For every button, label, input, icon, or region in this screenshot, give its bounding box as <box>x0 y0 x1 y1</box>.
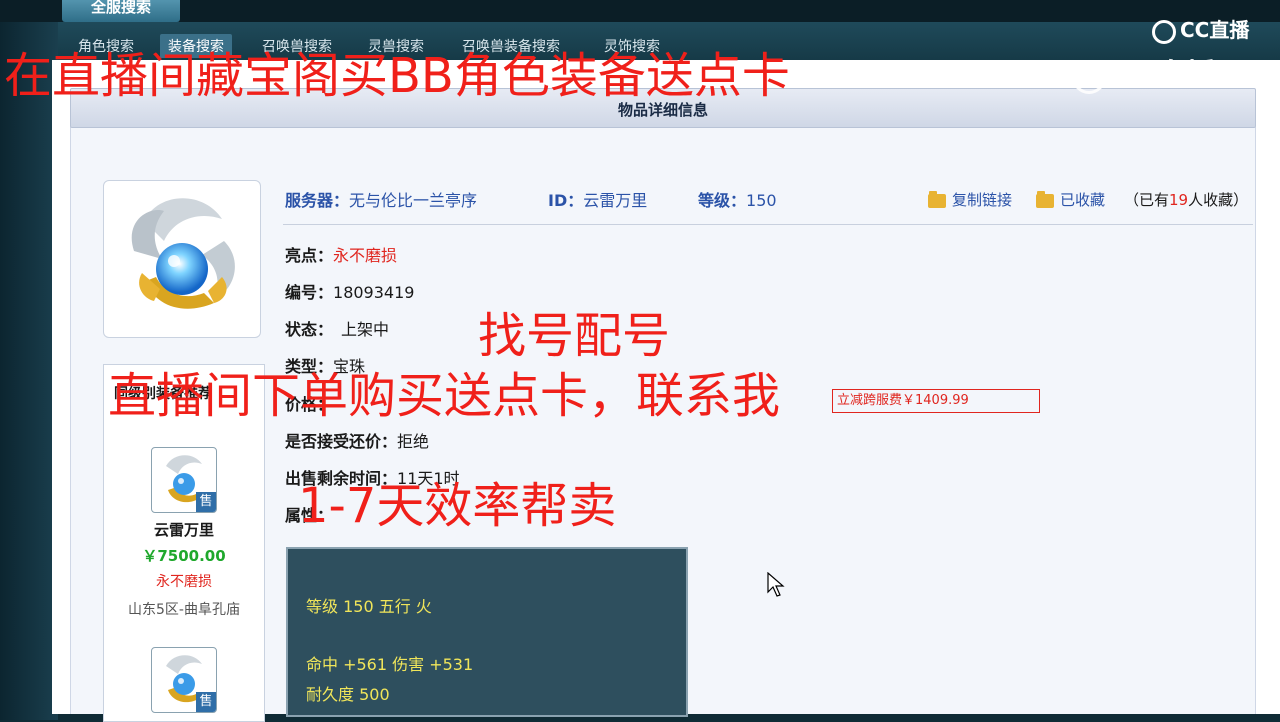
cc-logo-small: CC直播 <box>1152 14 1249 44</box>
recommend-item-name[interactable]: 云雷万里 <box>104 519 264 540</box>
cc-logo-large: CC直播 <box>1072 50 1216 94</box>
header-divider <box>283 224 1253 225</box>
collected-label: 已收藏 <box>1060 191 1106 209</box>
attribute-panel: 等级 150 五行 火 命中 +561 伤害 +531 耐久度 500 <box>286 547 688 717</box>
level-label: 等级： <box>698 191 747 210</box>
folder-icon <box>928 190 946 208</box>
left-gutter <box>0 22 58 720</box>
status-value: 上架中 <box>341 320 390 339</box>
level-value: 150 <box>746 191 777 210</box>
recommend-item-thumb[interactable]: 售 <box>151 447 217 513</box>
sale-badge: 售 <box>196 492 216 512</box>
attr-line-stats: 命中 +561 伤害 +531 <box>306 655 474 674</box>
cc-logo-text: CC直播 <box>1112 58 1217 93</box>
id-value: 云雷万里 <box>583 191 648 210</box>
collected-button[interactable]: 已收藏 <box>1036 189 1105 210</box>
fav-prefix: （已有 <box>1124 191 1170 209</box>
overlay-find-account: 找号配号 <box>478 308 671 364</box>
fav-count-text: （已有19人收藏） <box>1124 189 1248 210</box>
fav-count: 19 <box>1169 191 1189 209</box>
serial-label: 编号： <box>285 283 334 302</box>
attr-line-durability: 耐久度 500 <box>306 685 390 704</box>
serial-value: 18093419 <box>333 283 415 302</box>
cc-logo-icon <box>1072 59 1106 94</box>
recommend-item-server: 山东5区-曲阜孔庙 <box>128 602 240 618</box>
overlay-sell-help: 1-7天效率帮卖 <box>298 478 617 534</box>
mouse-cursor-icon <box>767 572 785 597</box>
cc-logo-text: CC直播 <box>1180 18 1250 42</box>
tab-all-server-search[interactable]: 全服搜索 <box>62 0 180 22</box>
server-value: 无与伦比一兰亭序 <box>349 191 478 210</box>
status-label: 状态： <box>285 320 334 339</box>
recommend-item-price: ￥7500.00 <box>142 547 226 565</box>
sale-badge: 售 <box>196 692 216 712</box>
bargain-value: 拒绝 <box>397 432 430 451</box>
bargain-label: 是否接受还价： <box>285 432 398 451</box>
price-discount-box: 立减跨服费￥1409.99 <box>832 389 1040 413</box>
serial-row: 编号：18093419 <box>285 279 414 303</box>
server-label: 服务器： <box>285 191 350 210</box>
id-row: ID：云雷万里 <box>548 187 647 211</box>
highlight-label: 亮点： <box>285 246 334 265</box>
level-row: 等级：150 <box>698 187 777 211</box>
fav-suffix: 人收藏） <box>1188 191 1249 209</box>
highlight-value: 永不磨损 <box>333 246 398 265</box>
cc-logo-icon <box>1152 19 1176 44</box>
bargain-row: 是否接受还价：拒绝 <box>285 428 429 452</box>
server-row: 服务器：无与伦比一兰亭序 <box>285 187 477 211</box>
top-strip <box>0 0 1280 22</box>
overlay-top-banner: 在直播间藏宝阁买BB角色装备送点卡 <box>4 48 790 104</box>
copy-link-button[interactable]: 复制链接 <box>928 189 1012 210</box>
recommend-item-highlight: 永不磨损 <box>156 574 212 590</box>
id-label: ID： <box>548 191 584 210</box>
overlay-order-gift: 直播间下单购买送点卡，联系我 <box>108 368 781 424</box>
highlight-row: 亮点：永不磨损 <box>285 242 397 266</box>
status-row: 状态： 上架中 <box>285 316 389 340</box>
orb-icon <box>131 198 235 309</box>
recommend-item-thumb-2[interactable]: 售 <box>151 647 217 713</box>
folder-plus-icon <box>1036 190 1054 208</box>
copy-link-label: 复制链接 <box>952 191 1013 209</box>
attr-line-level: 等级 150 五行 火 <box>306 597 432 616</box>
item-image <box>103 180 261 338</box>
